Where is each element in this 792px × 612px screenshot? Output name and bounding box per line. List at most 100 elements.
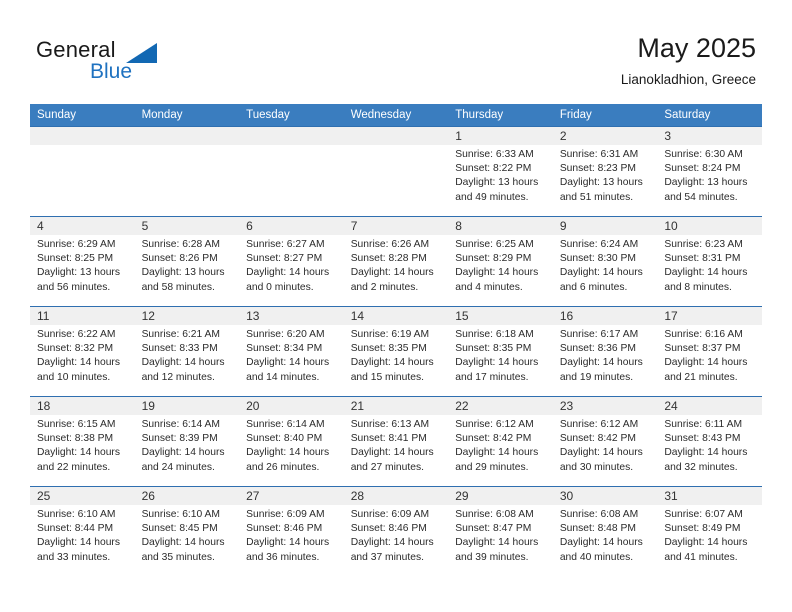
daylight-text: Daylight: 14 hours and 41 minutes.: [664, 537, 748, 563]
calendar-day-cell[interactable]: 30 Sunrise: 6:08 AM Sunset: 8:48 PM Dayligh…: [552, 486, 658, 577]
sunrise-text: Sunrise: 6:12 AM: [455, 419, 534, 430]
calendar-day-cell[interactable]: 13 Sunrise: 6:20 AM Sunset: 8:34 PM Dayligh…: [239, 306, 344, 397]
day-details: Sunrise: 6:09 AM Sunset: 8:46 PM Daylight:…: [239, 505, 344, 565]
day-details: Sunrise: 6:07 AM Sunset: 8:49 PM Daylight:…: [657, 505, 762, 565]
page-title: May 2025: [637, 33, 756, 63]
sunrise-text: Sunrise: 6:11 AM: [664, 419, 743, 430]
sunset-text: Sunset: 8:40 PM: [246, 433, 323, 445]
calendar-day-cell[interactable]: 2 Sunrise: 6:31 AM Sunset: 8:23 PM Daylight…: [552, 126, 658, 217]
day-number: 20: [239, 397, 344, 415]
day-cell-inner: 28 Sunrise: 6:09 AM Sunset: 8:46 PM Dayligh…: [343, 487, 449, 577]
daylight-text: Daylight: 13 hours and 51 minutes.: [559, 177, 643, 203]
title-block: May 2025 Lianokladhion, Greece: [621, 32, 756, 90]
calendar-day-cell[interactable]: 14 Sunrise: 6:19 AM Sunset: 8:35 PM Dayligh…: [343, 306, 449, 397]
day-number: 11: [30, 307, 135, 325]
sunset-text: Sunset: 8:37 PM: [664, 343, 741, 355]
day-cell-inner: 20 Sunrise: 6:14 AM Sunset: 8:40 PM Dayligh…: [239, 397, 344, 486]
calendar-day-cell[interactable]: 18 Sunrise: 6:15 AM Sunset: 8:38 PM Dayligh…: [30, 396, 135, 487]
calendar-day-cell[interactable]: 10 Sunrise: 6:23 AM Sunset: 8:31 PM Dayligh…: [657, 216, 762, 307]
calendar-day-cell[interactable]: 16 Sunrise: 6:17 AM Sunset: 8:36 PM Dayligh…: [552, 306, 658, 397]
calendar-day-cell[interactable]: 9 Sunrise: 6:24 AM Sunset: 8:30 PM Daylight…: [552, 216, 658, 307]
sunset-text: Sunset: 8:24 PM: [664, 163, 741, 175]
daylight-text: Daylight: 14 hours and 8 minutes.: [664, 267, 748, 293]
calendar-day-cell[interactable]: 12 Sunrise: 6:21 AM Sunset: 8:33 PM Dayligh…: [134, 306, 240, 397]
sunrise-text: Sunrise: 6:23 AM: [664, 239, 743, 250]
sunset-text: Sunset: 8:31 PM: [664, 253, 741, 265]
day-cell-inner: 21 Sunrise: 6:13 AM Sunset: 8:41 PM Dayligh…: [343, 397, 449, 486]
general-blue-logo: General Blue: [36, 37, 196, 89]
calendar-day-cell[interactable]: 3 Sunrise: 6:30 AM Sunset: 8:24 PM Daylight…: [657, 126, 762, 217]
sunrise-text: Sunrise: 6:24 AM: [559, 239, 639, 250]
daylight-text: Daylight: 14 hours and 15 minutes.: [350, 357, 434, 383]
daylight-text: Daylight: 14 hours and 33 minutes.: [37, 537, 120, 563]
calendar-day-cell[interactable]: 25 Sunrise: 6:10 AM Sunset: 8:44 PM Dayligh…: [30, 486, 135, 577]
day-details: Sunrise: 6:22 AM Sunset: 8:32 PM Daylight:…: [30, 325, 135, 385]
day-details: Sunrise: 6:09 AM Sunset: 8:46 PM Daylight:…: [344, 505, 449, 565]
calendar-day-cell[interactable]: 29 Sunrise: 6:08 AM Sunset: 8:47 PM Dayligh…: [448, 486, 553, 577]
daylight-text: Daylight: 14 hours and 39 minutes.: [455, 537, 539, 563]
day-cell-inner: 3 Sunrise: 6:30 AM Sunset: 8:24 PM Daylight…: [657, 127, 762, 216]
sunrise-text: Sunrise: 6:14 AM: [246, 419, 325, 430]
day-cell-inner: 11 Sunrise: 6:22 AM Sunset: 8:32 PM Dayligh…: [30, 307, 135, 396]
day-number: 28: [343, 487, 449, 505]
calendar-day-cell-empty: [30, 126, 135, 217]
day-number: 24: [657, 397, 762, 415]
calendar-day-cell[interactable]: 24 Sunrise: 6:11 AM Sunset: 8:43 PM Dayligh…: [657, 396, 762, 487]
calendar-day-cell[interactable]: 28 Sunrise: 6:09 AM Sunset: 8:46 PM Dayligh…: [343, 486, 449, 577]
sunrise-text: Sunrise: 6:19 AM: [350, 329, 430, 340]
day-details: Sunrise: 6:19 AM Sunset: 8:35 PM Daylight:…: [344, 325, 449, 385]
calendar-day-cell[interactable]: 23 Sunrise: 6:12 AM Sunset: 8:42 PM Dayligh…: [552, 396, 658, 487]
calendar-day-cell[interactable]: 4 Sunrise: 6:29 AM Sunset: 8:25 PM Daylight…: [30, 216, 135, 307]
daylight-text: Daylight: 14 hours and 29 minutes.: [455, 447, 539, 473]
calendar-day-cell[interactable]: 22 Sunrise: 6:12 AM Sunset: 8:42 PM Dayligh…: [448, 396, 553, 487]
day-number: 25: [30, 487, 135, 505]
weekday-header-row: Sunday Monday Tuesday Wednesday Thursday Frid…: [30, 104, 762, 127]
calendar-day-cell[interactable]: 21 Sunrise: 6:13 AM Sunset: 8:41 PM Dayligh…: [343, 396, 449, 487]
day-number: 27: [239, 487, 344, 505]
sunset-text: Sunset: 8:30 PM: [559, 253, 636, 265]
day-number: 18: [30, 397, 135, 415]
weekday-header-thursday: Thursday: [448, 104, 553, 127]
calendar-day-cell[interactable]: 19 Sunrise: 6:14 AM Sunset: 8:39 PM Dayligh…: [134, 396, 240, 487]
day-cell-inner: 27 Sunrise: 6:09 AM Sunset: 8:46 PM Dayligh…: [239, 487, 344, 577]
day-details: Sunrise: 6:11 AM Sunset: 8:43 PM Daylight:…: [657, 415, 762, 475]
calendar-day-cell[interactable]: 6 Sunrise: 6:27 AM Sunset: 8:27 PM Daylight…: [239, 216, 344, 307]
calendar-day-cell[interactable]: 17 Sunrise: 6:16 AM Sunset: 8:37 PM Dayligh…: [657, 306, 762, 397]
calendar-week-row: 18 Sunrise: 6:15 AM Sunset: 8:38 PM Dayligh…: [30, 396, 762, 487]
day-number: 8: [448, 217, 553, 235]
day-cell-inner: 2 Sunrise: 6:31 AM Sunset: 8:23 PM Daylight…: [552, 127, 658, 216]
day-number: 2: [552, 127, 658, 145]
sunset-text: Sunset: 8:32 PM: [37, 343, 114, 355]
day-details: Sunrise: 6:10 AM Sunset: 8:44 PM Daylight:…: [30, 505, 135, 565]
day-details: Sunrise: 6:08 AM Sunset: 8:48 PM Daylight:…: [553, 505, 658, 565]
calendar-day-cell[interactable]: 11 Sunrise: 6:22 AM Sunset: 8:32 PM Dayligh…: [30, 306, 135, 397]
day-cell-inner: 8 Sunrise: 6:25 AM Sunset: 8:29 PM Daylight…: [448, 217, 553, 306]
calendar-day-cell[interactable]: 7 Sunrise: 6:26 AM Sunset: 8:28 PM Daylight…: [343, 216, 449, 307]
calendar-day-cell[interactable]: 26 Sunrise: 6:10 AM Sunset: 8:45 PM Dayligh…: [134, 486, 240, 577]
day-number: 26: [134, 487, 240, 505]
calendar-day-cell[interactable]: 31 Sunrise: 6:07 AM Sunset: 8:49 PM Dayligh…: [657, 486, 762, 577]
sunset-text: Sunset: 8:44 PM: [37, 523, 114, 535]
day-number: [134, 127, 240, 145]
calendar-day-cell[interactable]: 8 Sunrise: 6:25 AM Sunset: 8:29 PM Daylight…: [448, 216, 553, 307]
weekday-header-friday: Friday: [552, 104, 658, 127]
day-details: Sunrise: 6:14 AM Sunset: 8:39 PM Daylight:…: [135, 415, 240, 475]
sunrise-sunset-calendar: Sunday Monday Tuesday Wednesday Thursday Frid…: [30, 104, 762, 577]
day-cell-inner: 25 Sunrise: 6:10 AM Sunset: 8:44 PM Dayligh…: [30, 487, 135, 577]
day-cell-inner: 31 Sunrise: 6:07 AM Sunset: 8:49 PM Dayligh…: [657, 487, 762, 577]
location-subtitle: Lianokladhion, Greece: [620, 72, 756, 87]
sunrise-text: Sunrise: 6:25 AM: [455, 239, 534, 250]
day-details: Sunrise: 6:20 AM Sunset: 8:34 PM Daylight:…: [239, 325, 344, 385]
daylight-text: Daylight: 14 hours and 27 minutes.: [350, 447, 434, 473]
sunrise-text: Sunrise: 6:07 AM: [664, 509, 743, 520]
calendar-week-row: 4 Sunrise: 6:29 AM Sunset: 8:25 PM Daylight…: [30, 216, 762, 307]
day-number: 7: [343, 217, 449, 235]
calendar-day-cell[interactable]: 5 Sunrise: 6:28 AM Sunset: 8:26 PM Daylight…: [134, 216, 240, 307]
sunrise-text: Sunrise: 6:08 AM: [559, 509, 639, 520]
calendar-day-cell[interactable]: 1 Sunrise: 6:33 AM Sunset: 8:22 PM Daylight…: [448, 126, 553, 217]
sunset-text: Sunset: 8:49 PM: [664, 523, 741, 535]
daylight-text: Daylight: 13 hours and 56 minutes.: [37, 267, 120, 293]
calendar-day-cell[interactable]: 20 Sunrise: 6:14 AM Sunset: 8:40 PM Dayligh…: [239, 396, 344, 487]
calendar-day-cell[interactable]: 15 Sunrise: 6:18 AM Sunset: 8:35 PM Dayligh…: [448, 306, 553, 397]
calendar-day-cell[interactable]: 27 Sunrise: 6:09 AM Sunset: 8:46 PM Dayligh…: [239, 486, 344, 577]
